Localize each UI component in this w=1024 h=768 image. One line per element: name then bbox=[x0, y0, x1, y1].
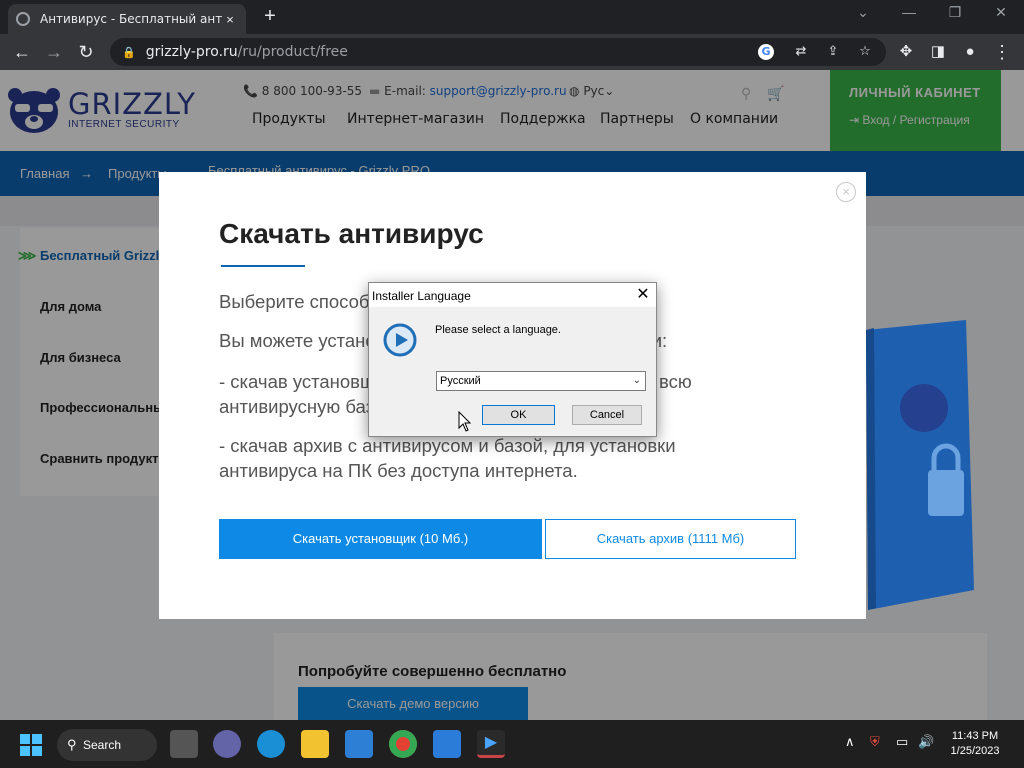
download-installer-button[interactable]: Скачать установщик (10 Мб.) bbox=[219, 519, 542, 559]
search-label: Search bbox=[83, 738, 122, 752]
cancel-button[interactable]: Cancel bbox=[572, 405, 642, 425]
teams-chat-icon[interactable] bbox=[213, 730, 241, 758]
modal-close-icon[interactable]: × bbox=[836, 182, 856, 202]
installer-language-dialog: Installer Language ✕ Please select a lan… bbox=[368, 282, 657, 437]
reload-icon[interactable]: ↻ bbox=[74, 40, 98, 64]
dialog-title: Installer Language bbox=[372, 289, 471, 303]
new-tab-button[interactable]: + bbox=[259, 5, 281, 28]
volume-icon[interactable]: 🔊 bbox=[918, 734, 934, 750]
globe-icon bbox=[16, 12, 30, 26]
selected-language: Русский bbox=[440, 375, 481, 387]
extensions-icon[interactable]: ✥ bbox=[894, 40, 918, 64]
chrome-browser-icon[interactable] bbox=[389, 730, 417, 758]
play-installer-icon bbox=[383, 323, 417, 357]
browser-tab[interactable]: Антивирус - Бесплатный антиви × bbox=[8, 4, 246, 34]
browser-toolbar: ← → ↻ 🔒 grizzly-pro.ru /ru/product/free … bbox=[0, 34, 1024, 70]
title-underline bbox=[221, 265, 305, 267]
menu-kebab-icon[interactable]: ⋮ bbox=[990, 40, 1014, 64]
dialog-prompt: Please select a language. bbox=[435, 324, 561, 336]
language-select[interactable]: Русский ⌄ bbox=[436, 371, 646, 391]
modal-line-3: - скачав архив с антивирусом и базой, дл… bbox=[219, 435, 676, 481]
file-explorer-icon[interactable] bbox=[301, 730, 329, 758]
tab-close-button[interactable]: × bbox=[222, 12, 238, 27]
tab-title: Антивирус - Бесплатный антиви bbox=[40, 12, 222, 26]
search-icon: ⚲ bbox=[67, 737, 77, 752]
google-icon[interactable]: G bbox=[758, 44, 774, 60]
photos-app-icon[interactable] bbox=[433, 730, 461, 758]
system-clock[interactable]: 11:43 PM 1/25/2023 bbox=[940, 729, 1010, 759]
minimize-button[interactable]: — bbox=[894, 4, 924, 20]
forward-arrow-icon[interactable]: → bbox=[42, 40, 66, 64]
address-bar[interactable]: 🔒 grizzly-pro.ru /ru/product/free G ⇄ ⇪ … bbox=[110, 38, 886, 66]
taskbar-search[interactable]: ⚲ Search bbox=[57, 729, 157, 761]
browser-tab-bar: Антивирус - Бесплатный антиви × + ⌄ — ❐ … bbox=[0, 0, 1024, 34]
back-arrow-icon[interactable]: ← bbox=[10, 40, 34, 64]
ok-button[interactable]: OK bbox=[482, 405, 555, 425]
bookmark-star-icon[interactable]: ☆ bbox=[854, 42, 876, 62]
tray-overflow-icon[interactable]: ∧ bbox=[845, 734, 855, 750]
url-path: /ru/product/free bbox=[237, 44, 348, 60]
edge-browser-icon[interactable] bbox=[257, 730, 285, 758]
url-host: grizzly-pro.ru bbox=[145, 44, 238, 60]
window-close-button[interactable]: ✕ bbox=[986, 4, 1016, 21]
translate-icon[interactable]: ⇄ bbox=[790, 42, 812, 62]
download-archive-button[interactable]: Скачать архив (1111 Мб) bbox=[545, 519, 796, 559]
microsoft-store-icon[interactable] bbox=[345, 730, 373, 758]
product-box-image bbox=[866, 320, 974, 610]
windows-taskbar: ⚲ Search ▶ ∧ ⛨ ▭ 🔊 11:43 PM 1/25/2023 bbox=[0, 720, 1024, 768]
modal-title: Скачать антивирус bbox=[219, 218, 484, 249]
clock-date: 1/25/2023 bbox=[950, 745, 1000, 757]
dialog-titlebar[interactable]: Installer Language ✕ bbox=[369, 283, 656, 307]
installer-app-icon[interactable]: ▶ bbox=[477, 730, 505, 758]
clock-time: 11:43 PM bbox=[951, 730, 999, 742]
restore-button[interactable]: ❐ bbox=[940, 4, 970, 21]
share-icon[interactable]: ⇪ bbox=[822, 42, 844, 62]
chevron-down-icon: ⌄ bbox=[632, 375, 641, 386]
dialog-close-button[interactable]: ✕ bbox=[633, 284, 653, 304]
lock-icon: 🔒 bbox=[122, 45, 136, 59]
side-panel-icon[interactable]: ◨ bbox=[926, 40, 950, 64]
task-view-icon[interactable] bbox=[170, 730, 198, 758]
security-warning-icon[interactable]: ⛨ bbox=[870, 734, 880, 750]
windows-start-icon[interactable] bbox=[20, 734, 42, 756]
tab-search-icon[interactable]: ⌄ bbox=[848, 4, 878, 21]
network-icon[interactable]: ▭ bbox=[896, 734, 908, 750]
profile-icon[interactable]: ● bbox=[958, 40, 982, 64]
mouse-cursor-icon bbox=[458, 411, 472, 432]
